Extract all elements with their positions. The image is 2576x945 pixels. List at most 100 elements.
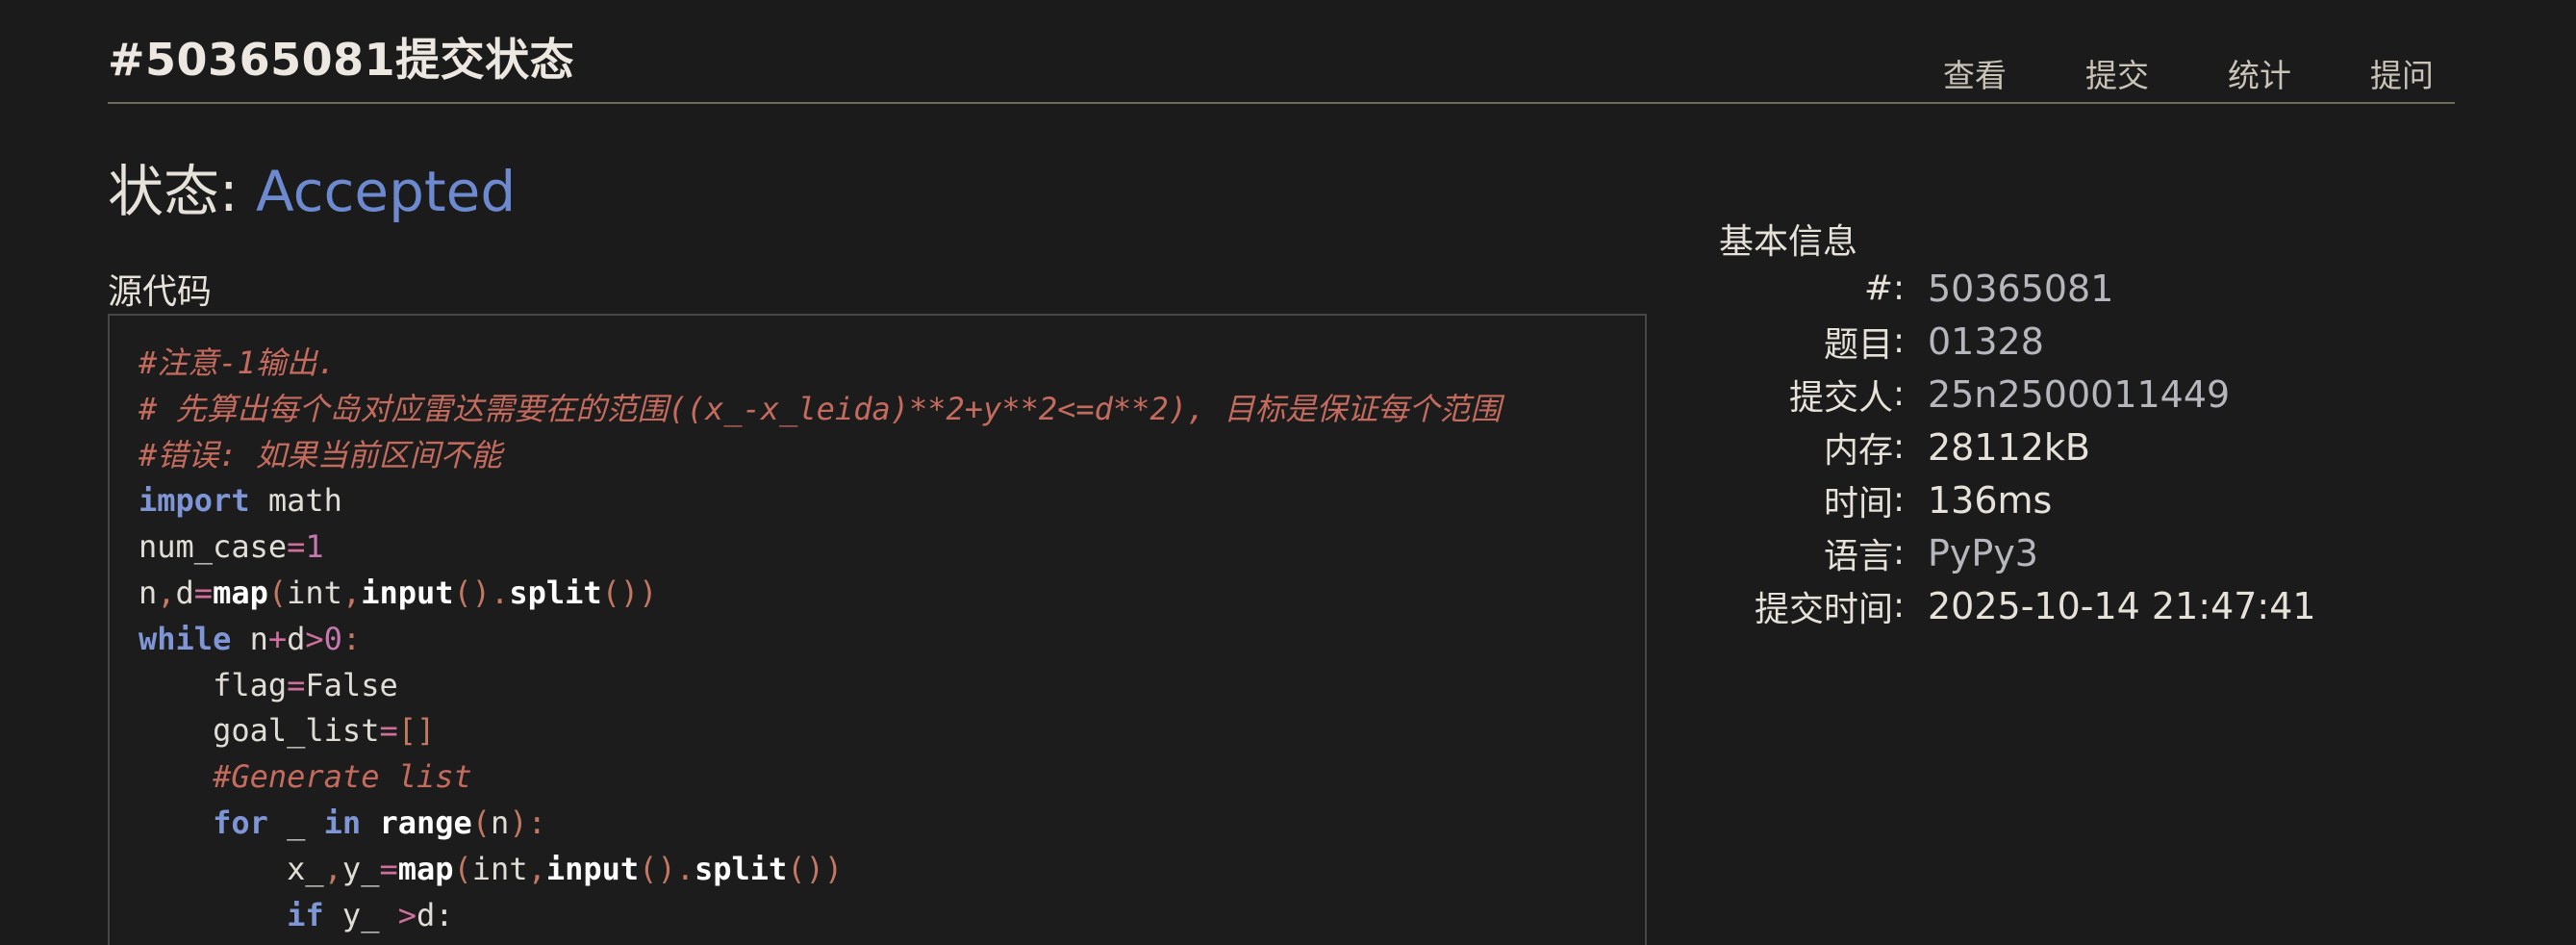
status-value: Accepted <box>255 159 517 224</box>
code-token: split <box>694 850 788 887</box>
code-line-2: # 先算出每个岛对应雷达需要在的范围((x_-x_leida)**2+y**2<… <box>139 387 1502 433</box>
code-token: flag <box>139 666 288 703</box>
code-token: , <box>323 850 342 887</box>
info-colon: : <box>1893 321 1906 361</box>
code-token: if <box>287 896 324 933</box>
code-token: x_ <box>139 850 324 887</box>
code-line-1: #注意-1输出. <box>139 341 1502 387</box>
code-line-10: #Generate list <box>139 754 1502 801</box>
info-row-problem: 题目: 01328 <box>1722 315 2316 368</box>
code-token: num_case <box>139 528 288 566</box>
basic-info-table: #: 50365081 题目: 01328 提交人: 25n2500011449… <box>1722 262 2316 632</box>
code-token: int <box>287 574 342 611</box>
source-code-box[interactable]: #注意-1输出. # 先算出每个岛对应雷达需要在的范围((x_-x_leida)*… <box>108 314 1647 945</box>
submission-id-link[interactable]: 50365081 <box>1928 268 2113 310</box>
code-token: # 先算出每个岛对应雷达需要在的范围((x_-x_leida)**2+y**2<… <box>139 390 1502 427</box>
code-token: ( <box>453 850 472 887</box>
code-token: n <box>231 620 268 657</box>
code-token: split <box>509 574 602 611</box>
code-token: [] <box>397 712 436 750</box>
nav-ask[interactable]: 提问 <box>2370 50 2434 96</box>
code-line-12: x_,y_=map(int,input().split()) <box>139 847 1502 893</box>
code-token: d <box>287 620 306 657</box>
memory-value: 28112kB <box>1928 425 2090 469</box>
language-link[interactable]: PyPy3 <box>1928 532 2038 575</box>
code-token: = <box>287 528 306 566</box>
info-key: 语言 <box>1823 536 1893 576</box>
code-token: , <box>341 574 362 611</box>
code-token: while <box>139 620 232 657</box>
code-token: int <box>471 850 528 887</box>
nav-statistics[interactable]: 统计 <box>2228 50 2291 96</box>
info-colon: : <box>1893 533 1906 573</box>
code-token: d <box>175 574 194 611</box>
code-token: y_ <box>323 896 398 933</box>
code-line-9: goal_list=[] <box>139 708 1502 754</box>
code-token: _ <box>267 804 324 841</box>
code-token: #错误: 如果当前区间不能 <box>139 436 502 473</box>
info-row-memory: 内存: 28112kB <box>1722 421 2316 473</box>
source-code: #注意-1输出. # 先算出每个岛对应雷达需要在的范围((x_-x_leida)*… <box>139 341 1502 938</box>
code-token: #注意-1输出. <box>139 345 337 381</box>
code-token: input <box>361 574 454 611</box>
code-token: #Generate list <box>139 758 472 796</box>
info-row-time: 时间: 136ms <box>1722 473 2316 526</box>
code-token: y_ <box>341 850 380 887</box>
submission-status: 状态: Accepted <box>108 146 516 227</box>
info-key: 时间 <box>1823 483 1893 524</box>
time-value: 136ms <box>1928 478 2053 522</box>
info-colon: : <box>1893 427 1906 467</box>
code-token: False <box>305 666 398 703</box>
code-token: ( <box>267 574 288 611</box>
code-token: n <box>139 574 158 611</box>
code-token: + <box>267 620 288 657</box>
code-line-5: num_case=1 <box>139 524 1502 571</box>
code-token: math <box>249 482 342 520</box>
code-token: ( <box>471 804 492 841</box>
info-row-id: #: 50365081 <box>1722 262 2316 315</box>
info-key: 题目 <box>1823 324 1893 365</box>
source-code-label: 源代码 <box>108 272 213 312</box>
code-token: (). <box>639 850 695 887</box>
top-nav: 查看 提交 统计 提问 <box>1864 50 2434 96</box>
code-token: range <box>379 804 472 841</box>
code-token: goal_list <box>139 712 380 750</box>
nav-view[interactable]: 查看 <box>1943 50 2007 96</box>
code-token: = <box>379 712 398 750</box>
code-token: in <box>323 804 362 841</box>
code-line-7: while n+d>0: <box>139 617 1502 663</box>
code-line-13: if y_ >d: <box>139 893 1502 939</box>
code-token: : <box>341 620 362 657</box>
code-token: ()) <box>787 850 844 887</box>
info-key: 提交时间 <box>1754 589 1893 629</box>
info-colon: : <box>1893 586 1906 626</box>
code-token: > <box>305 620 324 657</box>
info-colon: : <box>1893 374 1906 414</box>
info-row-language: 语言: PyPy3 <box>1722 526 2316 579</box>
code-line-3: #错误: 如果当前区间不能 <box>139 433 1502 479</box>
code-token: , <box>527 850 546 887</box>
code-token: = <box>379 850 398 887</box>
info-key: 提交人 <box>1788 377 1893 418</box>
problem-link[interactable]: 01328 <box>1928 320 2044 363</box>
status-label: 状态: <box>108 159 256 224</box>
basic-info-title: 基本信息 <box>1719 222 1858 262</box>
code-token: = <box>193 574 214 611</box>
info-row-submit-time: 提交时间: 2025-10-14 21:47:41 <box>1722 579 2316 632</box>
info-colon: : <box>1893 268 1906 308</box>
code-line-4: import math <box>139 478 1502 524</box>
info-row-submitter: 提交人: 25n2500011449 <box>1722 368 2316 421</box>
info-key: 内存 <box>1823 430 1893 471</box>
code-line-8: flag=False <box>139 663 1502 709</box>
code-token: 1 <box>305 528 324 566</box>
submitter-link[interactable]: 25n2500011449 <box>1928 373 2230 416</box>
nav-submit[interactable]: 提交 <box>2085 50 2149 96</box>
code-token: n <box>491 804 510 841</box>
title-divider <box>108 102 2455 104</box>
code-token: for <box>213 804 268 841</box>
code-token: , <box>157 574 176 611</box>
info-colon: : <box>1893 480 1906 520</box>
